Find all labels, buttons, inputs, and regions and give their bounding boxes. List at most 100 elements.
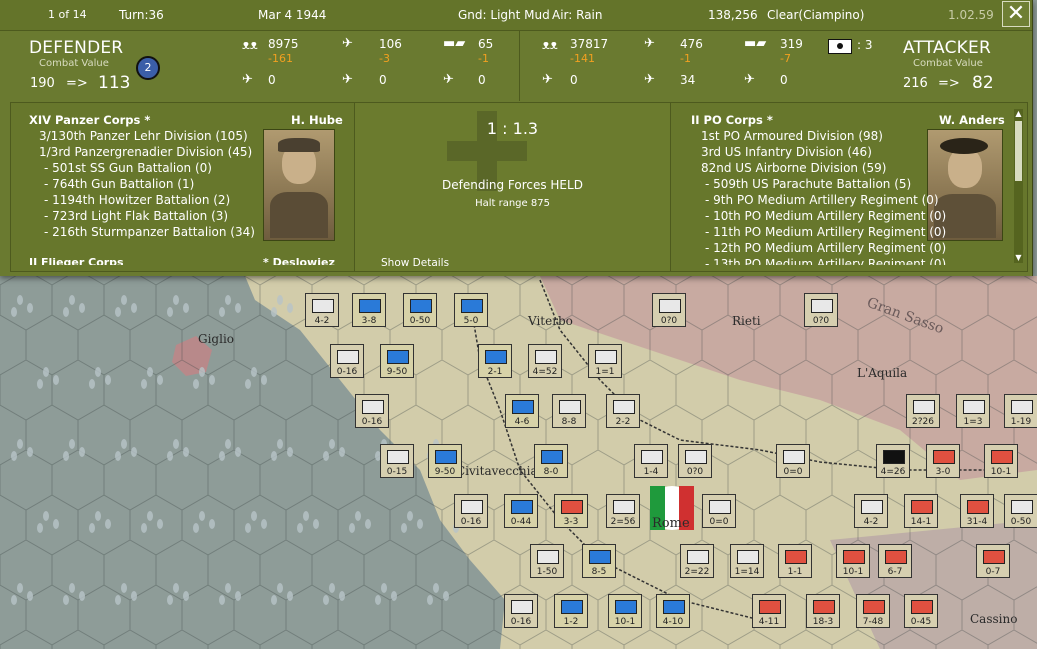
attacker-subunit-2[interactable]: - 9th PO Medium Artillery Regiment (0) xyxy=(705,192,939,208)
defender-units-box[interactable]: XIV Panzer Corps * H. Hube 3/130th Panze… xyxy=(10,102,355,272)
unit-counter[interactable]: 0?0 xyxy=(678,444,712,478)
attacker-guns: 476 xyxy=(680,37,703,51)
unit-counter[interactable]: 3-8 xyxy=(352,293,386,327)
unit-counter[interactable]: 9-50 xyxy=(380,344,414,378)
unit-counter[interactable]: 0-16 xyxy=(454,494,488,528)
raindrop xyxy=(89,523,95,533)
unit-counter[interactable]: 0-7 xyxy=(976,544,1010,578)
unit-counter[interactable]: 0-16 xyxy=(504,594,538,628)
defender-subunit-1[interactable]: - 501st SS Gun Battalion (0) xyxy=(44,160,212,176)
unit-counter[interactable]: 0-50 xyxy=(1004,494,1037,528)
unit-type-symbol xyxy=(933,450,955,464)
unit-counter[interactable]: 2?26 xyxy=(906,394,940,428)
unit-counter[interactable]: 10-1 xyxy=(984,444,1018,478)
attacker-cv-from: 216 xyxy=(903,76,928,91)
attacker-subunit-4[interactable]: - 11th PO Medium Artillery Regiment (0) xyxy=(705,224,946,240)
attacker-men: 37817 xyxy=(570,37,609,51)
unit-strength-label: 0?0 xyxy=(812,316,830,326)
unit-counter[interactable]: 0-50 xyxy=(403,293,437,327)
attacker-unit-2[interactable]: 3rd US Infantry Division (46) xyxy=(701,144,872,160)
defender-subunit-2[interactable]: - 764th Gun Battalion (1) xyxy=(44,176,194,192)
attacker-subunit-3[interactable]: - 10th PO Medium Artillery Regiment (0) xyxy=(705,208,946,224)
scroll-up-arrow[interactable]: ▲ xyxy=(1014,109,1023,119)
unit-counter[interactable]: 18-3 xyxy=(806,594,840,628)
unit-counter[interactable]: 2=56 xyxy=(606,494,640,528)
raindrop xyxy=(251,511,257,521)
unit-type-symbol xyxy=(911,600,933,614)
unit-counter[interactable]: 4-2 xyxy=(305,293,339,327)
attacker-subunit-1[interactable]: - 509th US Parachute Battalion (5) xyxy=(705,176,911,192)
unit-counter[interactable]: 2-1 xyxy=(478,344,512,378)
unit-counter[interactable]: 5-0 xyxy=(454,293,488,327)
show-details-link[interactable]: Show Details xyxy=(381,257,449,269)
defender-unit-2[interactable]: 1/3rd Panzergrenadier Division (45) xyxy=(39,144,252,160)
unit-counter[interactable]: 4-6 xyxy=(505,394,539,428)
unit-type-symbol xyxy=(561,600,583,614)
raindrop xyxy=(183,447,189,457)
raindrop xyxy=(235,591,241,601)
attacker-list-scrollbar[interactable]: ▲ ▼ xyxy=(1014,109,1023,263)
unit-counter[interactable]: 4=26 xyxy=(876,444,910,478)
attacker-unit-1[interactable]: 1st PO Armoured Division (98) xyxy=(701,128,883,144)
close-button[interactable]: ✕ xyxy=(1002,1,1030,27)
unit-counter[interactable]: 10-1 xyxy=(836,544,870,578)
unit-counter[interactable]: 6-7 xyxy=(878,544,912,578)
unit-counter[interactable]: 0-44 xyxy=(504,494,538,528)
attacker-unit-3[interactable]: 82nd US Airborne Division (59) xyxy=(701,160,886,176)
unit-counter[interactable]: 2=22 xyxy=(680,544,714,578)
unit-counter[interactable]: 0?0 xyxy=(804,293,838,327)
defender-unit-1[interactable]: 3/130th Panzer Lehr Division (105) xyxy=(39,128,248,144)
unit-counter[interactable]: 0=0 xyxy=(702,494,736,528)
raindrop xyxy=(69,295,75,305)
attacker-cv-to: 82 xyxy=(972,73,994,93)
attacker-subunit-6[interactable]: - 13th PO Medium Artillery Regiment (0) xyxy=(705,256,946,265)
unit-counter[interactable]: 3-0 xyxy=(926,444,960,478)
unit-type-symbol xyxy=(991,450,1013,464)
unit-counter[interactable]: 1-2 xyxy=(554,594,588,628)
unit-counter[interactable]: 8-8 xyxy=(552,394,586,428)
unit-counter[interactable]: 4-10 xyxy=(656,594,690,628)
unit-counter[interactable]: 31-4 xyxy=(960,494,994,528)
unit-counter[interactable]: 1=3 xyxy=(956,394,990,428)
unit-counter[interactable]: 4=52 xyxy=(528,344,562,378)
unit-counter[interactable]: 4-2 xyxy=(854,494,888,528)
attacker-units-box[interactable]: II PO Corps * W. Anders 1st PO Armoured … xyxy=(670,102,1028,272)
unit-strength-label: 4=26 xyxy=(880,467,906,477)
unit-counter[interactable]: 14-1 xyxy=(904,494,938,528)
unit-counter[interactable]: 7-48 xyxy=(856,594,890,628)
raindrop xyxy=(131,591,137,601)
scroll-down-arrow[interactable]: ▼ xyxy=(1014,253,1023,263)
defender-subunit-5[interactable]: - 216th Sturmpanzer Battalion (34) xyxy=(44,224,255,240)
map-label-civitavecchia: Civitavecchia xyxy=(456,464,538,478)
unit-type-symbol xyxy=(737,550,759,564)
unit-counter[interactable]: 8-0 xyxy=(534,444,568,478)
unit-counter[interactable]: 8-5 xyxy=(582,544,616,578)
unit-counter[interactable]: 10-1 xyxy=(608,594,642,628)
unit-counter[interactable]: 1=1 xyxy=(588,344,622,378)
unit-counter[interactable]: 1-1 xyxy=(778,544,812,578)
raindrop xyxy=(141,379,147,389)
unit-counter[interactable]: 1-19 xyxy=(1004,394,1037,428)
raindrop xyxy=(401,523,407,533)
unit-counter[interactable]: 0-16 xyxy=(355,394,389,428)
unit-counter[interactable]: 1-50 xyxy=(530,544,564,578)
unit-counter[interactable]: 0?0 xyxy=(652,293,686,327)
unit-counter[interactable]: 2-2 xyxy=(606,394,640,428)
unit-counter[interactable]: 0-15 xyxy=(380,444,414,478)
unit-counter[interactable]: 4-11 xyxy=(752,594,786,628)
unit-counter[interactable]: 3-3 xyxy=(554,494,588,528)
raindrop xyxy=(251,367,257,377)
defender-subunit-3[interactable]: - 1194th Howitzer Battalion (2) xyxy=(44,192,230,208)
unit-strength-label: 4-2 xyxy=(314,316,330,326)
unit-counter[interactable]: 1-4 xyxy=(634,444,668,478)
unit-counter[interactable]: 9-50 xyxy=(428,444,462,478)
defender-subunit-4[interactable]: - 723rd Light Flak Battalion (3) xyxy=(44,208,228,224)
scroll-thumb[interactable] xyxy=(1015,121,1022,181)
attacker-subunit-5[interactable]: - 12th PO Medium Artillery Regiment (0) xyxy=(705,240,946,256)
unit-counter[interactable]: 1=14 xyxy=(730,544,764,578)
unit-counter[interactable]: 0-45 xyxy=(904,594,938,628)
unit-counter[interactable]: 0=0 xyxy=(776,444,810,478)
unit-strength-label: 3-0 xyxy=(935,467,951,477)
defender-cv-from: 190 xyxy=(30,76,55,91)
unit-counter[interactable]: 0-16 xyxy=(330,344,364,378)
